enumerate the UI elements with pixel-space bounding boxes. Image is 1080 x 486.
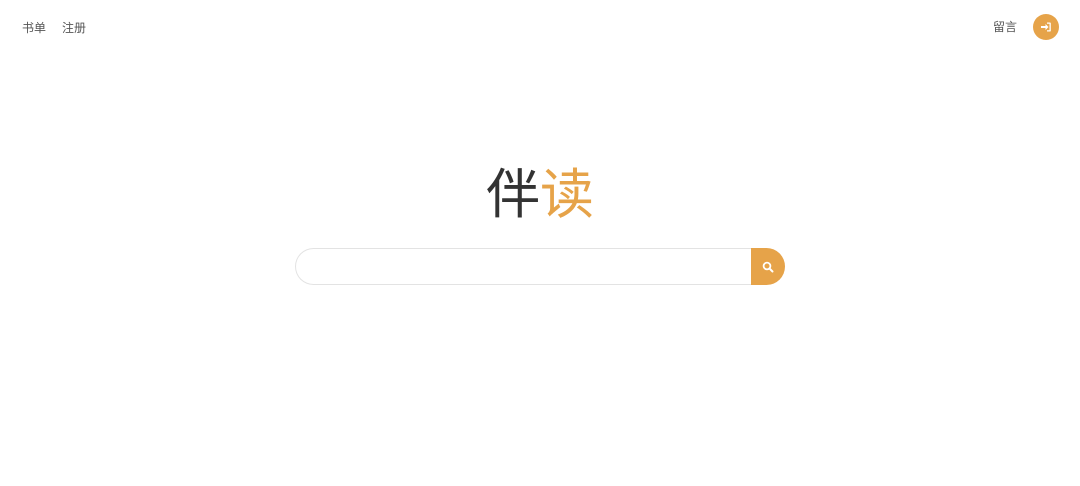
- guestbook-link[interactable]: 留言: [993, 18, 1017, 36]
- register-link[interactable]: 注册: [62, 19, 86, 37]
- logo-part-1: 伴: [486, 163, 540, 226]
- booklist-link[interactable]: 书单: [22, 19, 46, 37]
- login-button[interactable]: [1033, 14, 1059, 40]
- site-logo: 伴读: [0, 160, 1080, 230]
- search-icon: [762, 261, 774, 272]
- search-button[interactable]: [751, 248, 785, 285]
- logo-part-2: 读: [540, 163, 594, 226]
- sign-in-icon: [1041, 22, 1051, 32]
- search-input[interactable]: [295, 248, 751, 285]
- top-right-nav: 留言: [993, 14, 1059, 40]
- search-bar: [295, 248, 785, 285]
- top-left-nav: 书单 注册: [22, 19, 86, 37]
- page: 书单 注册 留言 伴读: [0, 0, 1080, 486]
